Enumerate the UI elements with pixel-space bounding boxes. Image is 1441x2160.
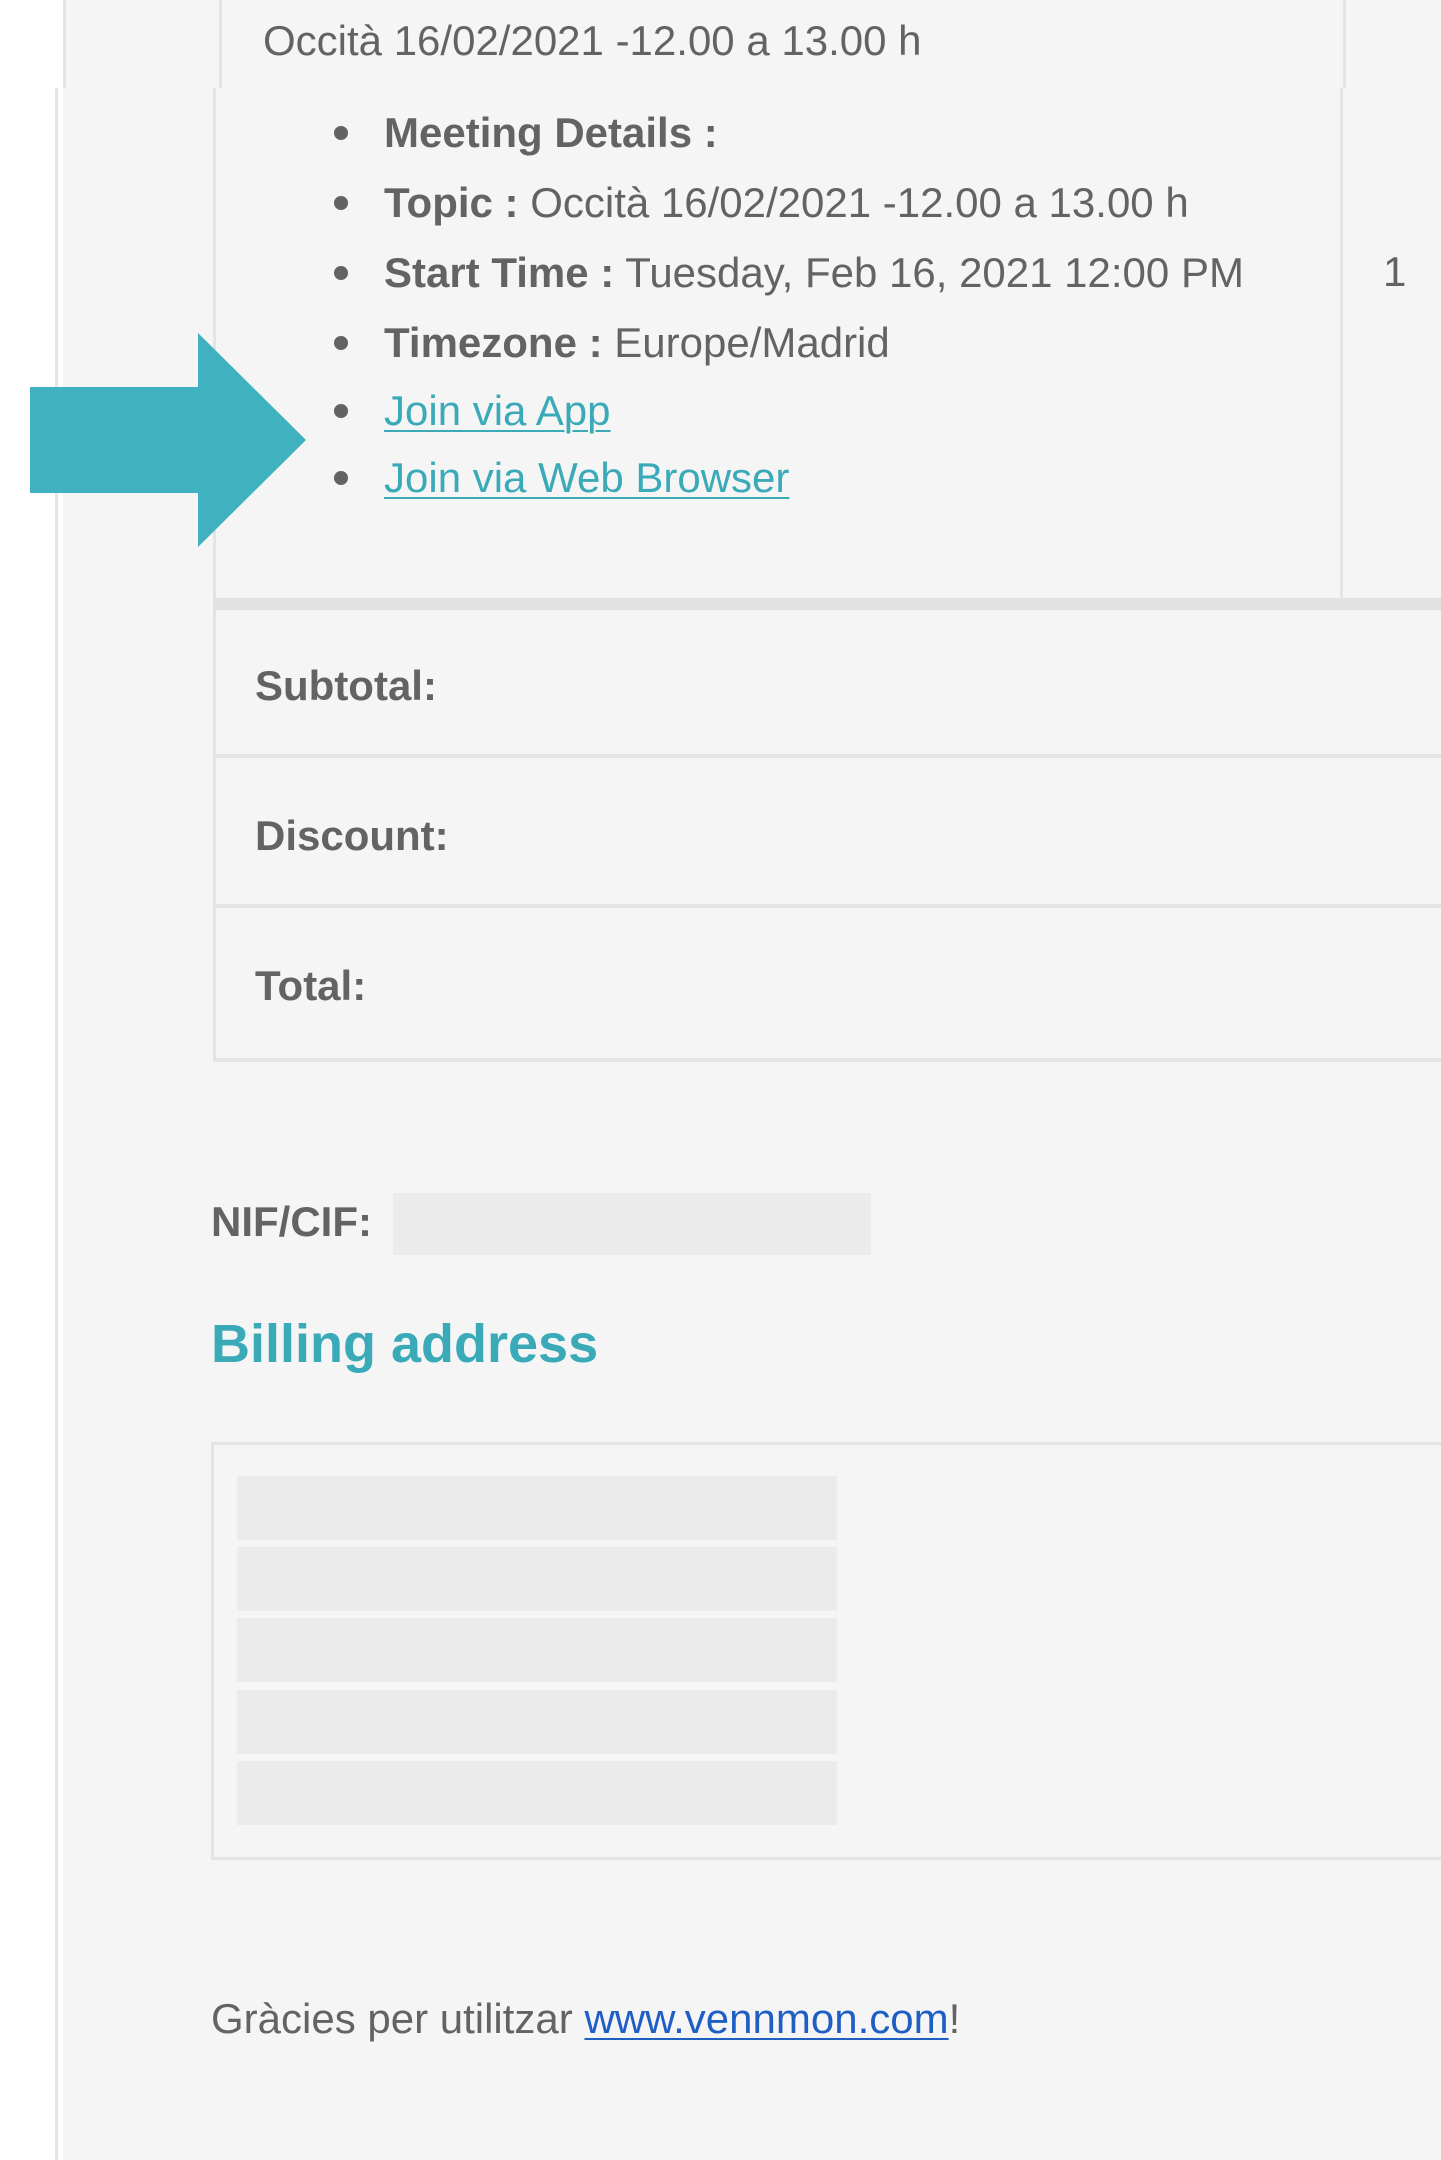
total-label: Total: xyxy=(255,962,367,1009)
gutter-divider-top xyxy=(63,0,66,88)
billing-address-line-redacted xyxy=(237,1618,837,1682)
start-time-row: Start Time : Tuesday, Feb 16, 2021 12:00… xyxy=(384,249,1244,296)
nif-cif-label: NIF/CIF: xyxy=(211,1198,372,1245)
arrow-right-icon xyxy=(30,333,306,547)
subtotal-label: Subtotal: xyxy=(255,662,437,709)
order-item-title: Occità 16/02/2021 -12.00 a 13.00 h xyxy=(263,17,922,64)
billing-address-heading: Billing address xyxy=(211,1314,599,1374)
page-gutter xyxy=(0,0,63,2160)
bullet-icon xyxy=(334,196,348,210)
start-time-value: Tuesday, Feb 16, 2021 12:00 PM xyxy=(625,249,1244,296)
thank-you-text: Gràcies per utilitzar xyxy=(211,1995,585,2042)
billing-address-line-redacted xyxy=(237,1690,837,1754)
total-row xyxy=(213,908,1441,1062)
meeting-details-heading: Meeting Details : xyxy=(384,109,718,156)
join-via-web-browser-link[interactable]: Join via Web Browser xyxy=(384,453,789,503)
topic-row: Topic : Occità 16/02/2021 -12.00 a 13.00… xyxy=(384,179,1189,226)
join-via-app-link[interactable]: Join via App xyxy=(384,386,611,436)
table-separator xyxy=(213,598,1441,610)
topic-value: Occità 16/02/2021 -12.00 a 13.00 h xyxy=(530,179,1189,226)
bullet-icon xyxy=(334,471,348,485)
order-item-quantity: 1 xyxy=(1383,248,1407,295)
timezone-value: Europe/Madrid xyxy=(614,319,890,366)
bullet-icon xyxy=(334,126,348,140)
billing-address-line-redacted xyxy=(237,1476,837,1540)
timezone-row: Timezone : Europe/Madrid xyxy=(384,319,890,366)
billing-address-line-redacted xyxy=(237,1547,837,1611)
bullet-icon xyxy=(334,404,348,418)
bullet-icon xyxy=(334,266,348,280)
thank-you-punctuation: ! xyxy=(948,1995,961,2042)
bullet-icon xyxy=(334,336,348,350)
billing-address-line-redacted xyxy=(237,1761,837,1825)
thank-you-message: Gràcies per utilitzar www.vennmon.com! xyxy=(211,1995,960,2043)
nif-cif-redacted-value xyxy=(393,1193,871,1255)
order-item-quantity-cell xyxy=(1343,88,1441,598)
discount-label: Discount: xyxy=(255,812,449,859)
website-link[interactable]: www.vennmon.com xyxy=(584,1995,948,2042)
